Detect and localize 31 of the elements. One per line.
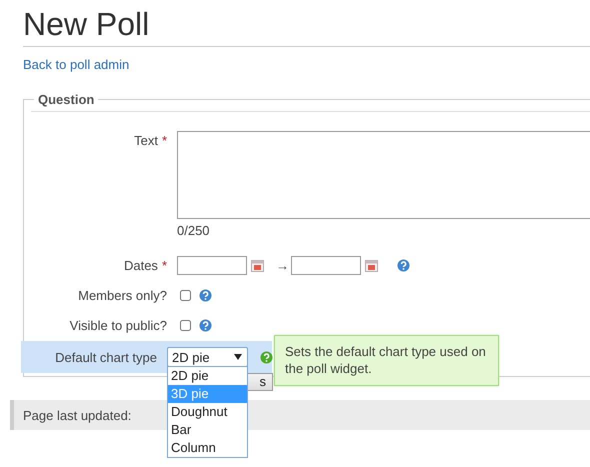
calendar-icon[interactable] [365,259,378,272]
help-tooltip: Sets the default chart type used on the poll widget. [274,335,499,386]
field-label: Members only? [78,288,167,303]
text-area[interactable] [177,131,590,219]
dropdown-option[interactable]: Column [168,439,247,457]
help-icon[interactable] [397,259,410,272]
fieldset-legend: Question [34,92,98,107]
character-counter: 0/250 [177,223,210,238]
dropdown-option[interactable]: Doughnut [168,403,247,421]
range-arrow: → [276,258,290,273]
help-icon[interactable] [199,319,212,332]
chart-type-select[interactable]: 2D pie [167,347,248,367]
caret-icon [234,354,242,360]
end-date-field[interactable] [291,256,361,275]
required-mark: * [162,133,167,148]
calendar-icon[interactable] [251,259,264,272]
help-icon[interactable] [260,350,273,364]
required-mark: * [162,258,167,273]
footer-text: Page last updated: [23,408,132,422]
field-label: Visible to public? [70,318,167,333]
checkbox[interactable] [180,290,191,301]
page-title: New Poll [23,6,150,42]
checkbox[interactable] [180,320,191,331]
dropdown-option[interactable]: 2D pie [168,367,247,385]
back-link[interactable]: Back to poll admin [23,57,130,72]
field-label: Dates [124,258,158,273]
field-label: Text [134,133,158,148]
dropdown-option[interactable]: Bar [168,421,247,439]
help-icon[interactable] [199,289,212,302]
field-label: Default chart type [55,350,157,364]
start-date-field[interactable] [177,256,247,275]
